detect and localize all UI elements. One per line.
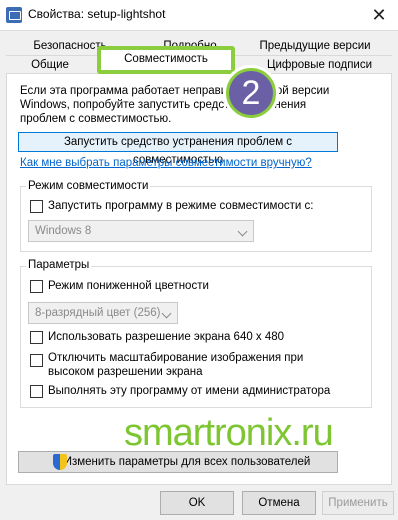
compat-mode-group [20, 186, 372, 252]
run-as-admin-checkbox[interactable] [30, 385, 43, 398]
window-title: Свойства: setup-lightshot [28, 7, 166, 21]
apply-button[interactable]: Применить [322, 491, 394, 515]
change-all-users-label: Изменить параметры для всех пользователе… [63, 456, 311, 468]
run-troubleshooter-button[interactable]: Запустить средство устранения проблем с … [18, 132, 338, 166]
ok-button[interactable]: OK [160, 491, 234, 515]
dpi-scaling-label: Отключить масштабирование изображения пр… [48, 352, 304, 378]
close-button[interactable]: ✕ [360, 0, 398, 30]
step-number: 2 [229, 71, 273, 115]
chevron-down-icon [161, 308, 172, 319]
uac-shield-icon [53, 454, 67, 470]
compat-mode-select[interactable]: Windows 8 [28, 220, 254, 242]
properties-window-icon [6, 7, 22, 23]
dpi-scaling-checkbox[interactable] [30, 354, 43, 367]
reduced-color-checkbox[interactable] [30, 280, 43, 293]
tab-compatibility-label: Совместимость [124, 53, 208, 65]
tab-general[interactable]: Общие [20, 55, 80, 75]
manual-settings-link[interactable]: Как мне выбрать параметры совместимости … [20, 157, 312, 169]
compat-mode-checkbox-label: Запустить программу в режиме совместимос… [48, 200, 314, 212]
step-badge: 2 [223, 65, 279, 121]
color-depth-select[interactable]: 8-разрядный цвет (256) [28, 302, 178, 324]
parameters-group-label: Параметры [26, 259, 92, 271]
compat-mode-select-value: Windows 8 [35, 225, 92, 237]
color-depth-select-value: 8-разрядный цвет (256) [35, 307, 161, 319]
res-640-label: Использовать разрешение экрана 640 x 480 [48, 331, 285, 343]
compat-mode-group-label: Режим совместимости [26, 180, 151, 192]
reduced-color-label: Режим пониженной цветности [48, 280, 209, 292]
run-as-admin-label: Выполнять эту программу от имени админис… [48, 385, 331, 397]
tab-compatibility[interactable]: Совместимость [97, 46, 235, 74]
intro-text: Если эта программа работает неправильно … [20, 85, 330, 125]
tab-digital-signatures[interactable]: Цифровые подписи [252, 55, 387, 75]
cancel-button[interactable]: Отмена [242, 491, 316, 515]
chevron-down-icon [237, 226, 248, 237]
res-640-checkbox[interactable] [30, 331, 43, 344]
watermark-text: smartronix.ru [124, 412, 334, 454]
compat-mode-checkbox[interactable] [30, 200, 43, 213]
title-bar: Свойства: setup-lightshot ✕ [0, 0, 398, 31]
tab-previous-versions[interactable]: Предыдущие версии [250, 36, 380, 56]
